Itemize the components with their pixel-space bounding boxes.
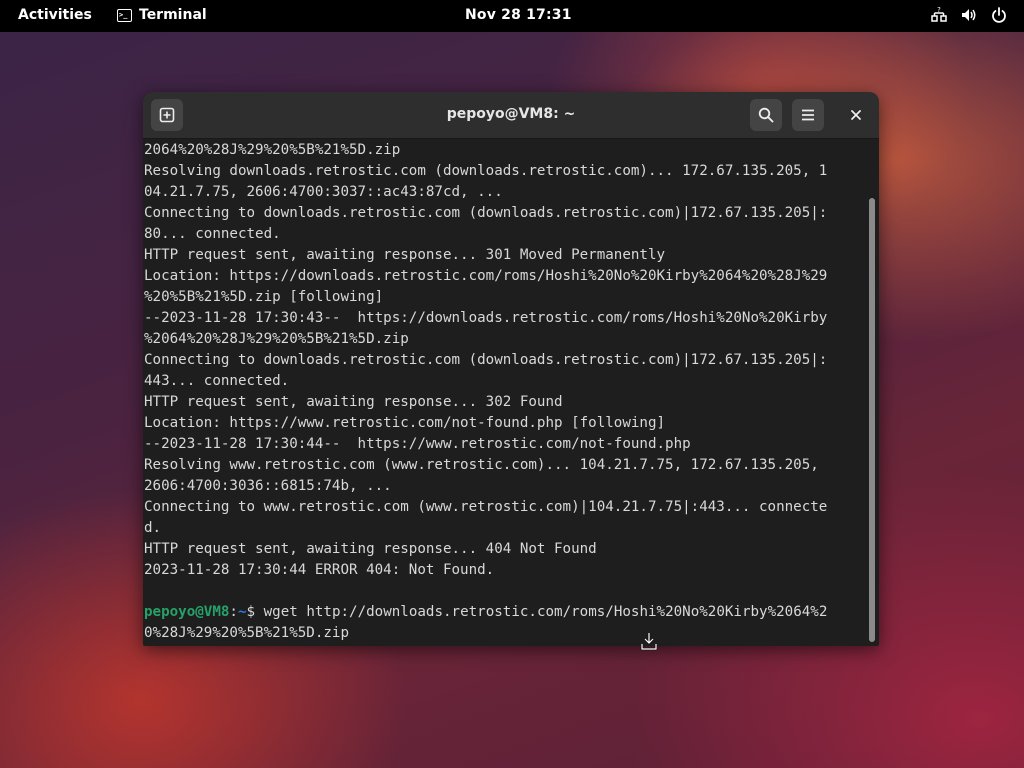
terminal-line: 2064%20%28J%29%20%5B%21%5D.zip bbox=[144, 142, 401, 158]
terminal-output[interactable]: 2064%20%28J%29%20%5B%21%5D.zip Resolving… bbox=[144, 140, 866, 644]
terminal-line: Location: https://downloads.retrostic.co… bbox=[144, 268, 828, 284]
terminal-line: 443... connected. bbox=[144, 373, 290, 389]
accessibility-icon[interactable]: ? bbox=[930, 6, 948, 24]
prompt-separator: : bbox=[229, 604, 238, 620]
terminal-line: d. bbox=[144, 520, 162, 536]
terminal-line: 2606:4700:3036::6815:74b, ... bbox=[144, 478, 392, 494]
terminal-window: pepoyo@VM8: ~ 2064%20%28J%29%20%5B%21%5D… bbox=[143, 92, 879, 646]
top-bar: Activities >_ Terminal Nov 28 17:31 ? bbox=[0, 0, 1024, 32]
terminal-line: Resolving downloads.retrostic.com (downl… bbox=[144, 163, 828, 179]
title-bar[interactable]: pepoyo@VM8: ~ bbox=[143, 92, 879, 139]
prompt-path: ~ bbox=[237, 604, 247, 620]
terminal-line: Connecting to downloads.retrostic.com (d… bbox=[144, 205, 828, 221]
volume-icon[interactable] bbox=[960, 6, 978, 24]
terminal-line: Location: https://www.retrostic.com/not-… bbox=[144, 415, 666, 431]
app-menu-button[interactable]: >_ Terminal bbox=[117, 7, 207, 23]
mouse-pointer-icon bbox=[640, 633, 658, 651]
terminal-line: %2064%20%28J%29%20%5B%21%5D.zip bbox=[144, 331, 409, 347]
terminal-line: Connecting to www.retrostic.com (www.ret… bbox=[144, 499, 828, 515]
terminal-line: 2023-11-28 17:30:44 ERROR 404: Not Found… bbox=[144, 562, 495, 578]
svg-text:?: ? bbox=[937, 6, 941, 14]
terminal-line: HTTP request sent, awaiting response... … bbox=[144, 541, 597, 557]
terminal-line: 80... connected. bbox=[144, 226, 281, 242]
terminal-icon: >_ bbox=[117, 8, 132, 22]
terminal-line: HTTP request sent, awaiting response... … bbox=[144, 247, 666, 263]
search-button[interactable] bbox=[750, 99, 782, 131]
terminal-line: Connecting to downloads.retrostic.com (d… bbox=[144, 352, 828, 368]
command-text-line-2: 0%28J%29%20%5B%21%5D.zip bbox=[144, 625, 349, 641]
main-menu-button[interactable] bbox=[792, 99, 824, 131]
activities-button[interactable]: Activities bbox=[18, 7, 92, 23]
prompt-symbol: $ bbox=[246, 604, 264, 620]
system-status-area[interactable]: ? bbox=[930, 6, 1008, 24]
close-icon bbox=[851, 110, 861, 120]
terminal-line: --2023-11-28 17:30:44-- https://www.retr… bbox=[144, 436, 691, 452]
command-text-line-1: wget http://downloads.retrostic.com/roms… bbox=[263, 604, 828, 620]
clock-button[interactable]: Nov 28 17:31 bbox=[465, 7, 572, 23]
prompt-user: pepoyo@VM8 bbox=[144, 604, 230, 620]
terminal-line: %20%5B%21%5D.zip [following] bbox=[144, 289, 384, 305]
terminal-scrollbar[interactable] bbox=[869, 198, 875, 642]
terminal-prompt-line[interactable]: pepoyo@VM8:~$ wget http://downloads.retr… bbox=[144, 602, 866, 644]
terminal-text: 2064%20%28J%29%20%5B%21%5D.zip Resolving… bbox=[144, 140, 866, 602]
terminal-line: 04.21.7.75, 2606:4700:3037::ac43:87cd, .… bbox=[144, 184, 503, 200]
search-icon bbox=[758, 107, 774, 123]
app-name-label: Terminal bbox=[139, 7, 207, 23]
close-button[interactable] bbox=[842, 101, 870, 129]
terminal-line: HTTP request sent, awaiting response... … bbox=[144, 394, 563, 410]
power-icon[interactable] bbox=[990, 6, 1008, 24]
terminal-line: Resolving www.retrostic.com (www.retrost… bbox=[144, 457, 819, 473]
terminal-line: --2023-11-28 17:30:43-- https://download… bbox=[144, 310, 828, 326]
hamburger-menu-icon bbox=[802, 109, 814, 121]
